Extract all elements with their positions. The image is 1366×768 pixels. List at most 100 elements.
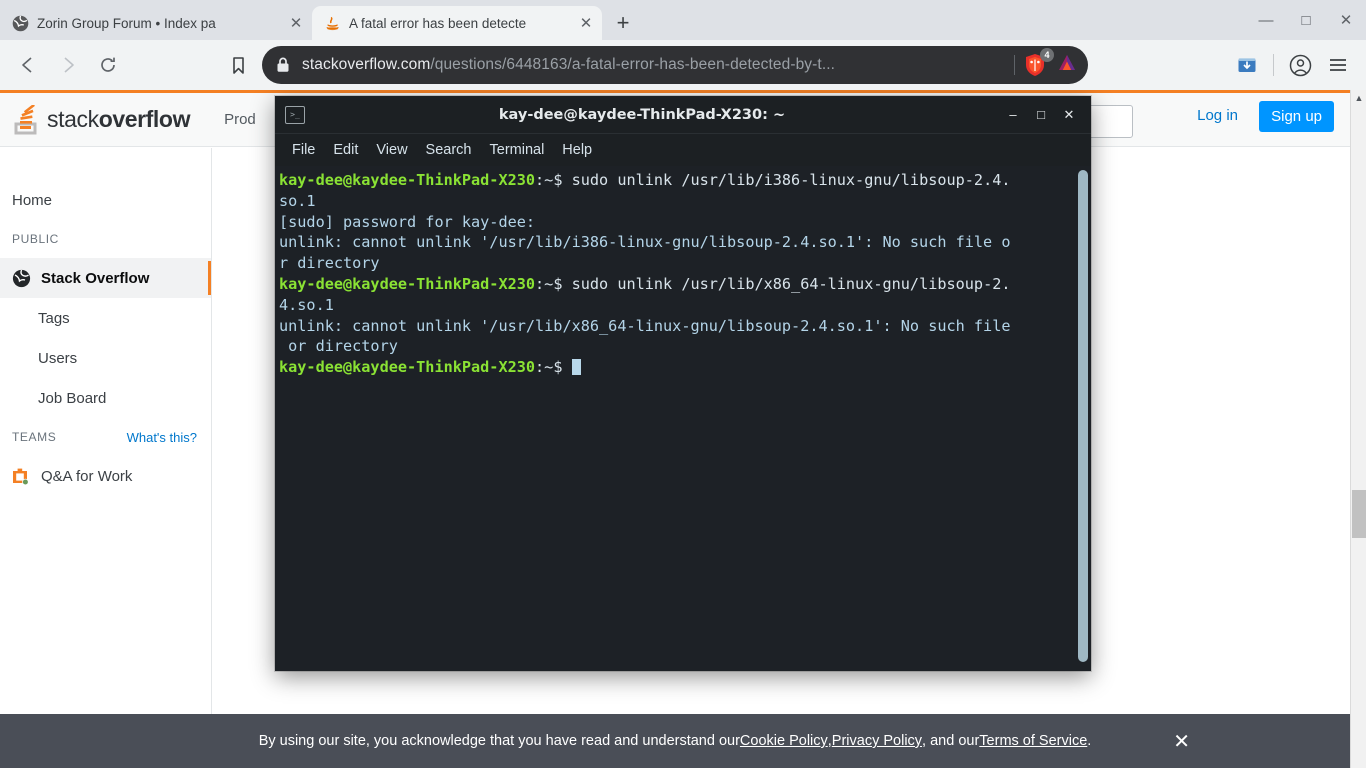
menu-terminal[interactable]: Terminal: [481, 142, 554, 158]
terminal-line: so.1: [279, 191, 1091, 212]
reload-button[interactable]: [90, 47, 126, 83]
terminal-cursor: [572, 359, 581, 375]
bookmark-icon[interactable]: [220, 47, 256, 83]
terminal-line: or directory: [279, 336, 1091, 357]
terminal-scrollbar-thumb[interactable]: [1078, 170, 1088, 662]
teams-label: TEAMS: [12, 430, 56, 444]
log-in-link[interactable]: Log in: [1197, 107, 1238, 124]
extension-icon[interactable]: [1229, 47, 1265, 83]
sidebar-item-label: Job Board: [38, 390, 106, 407]
browser-tabstrip: Zorin Group Forum • Index pa ✕ A fatal e…: [0, 0, 1366, 40]
cookie-text-4: .: [1087, 733, 1091, 749]
terminal-line: kay-dee@kaydee-ThinkPad-X230:~$: [279, 357, 1091, 378]
briefcase-icon: [12, 467, 31, 486]
sidebar-item-stack-overflow[interactable]: Stack Overflow: [0, 258, 211, 298]
privacy-policy-link[interactable]: Privacy Policy: [832, 733, 922, 749]
terminal-line: kay-dee@kaydee-ThinkPad-X230:~$ sudo unl…: [279, 170, 1091, 191]
hamburger-menu-icon[interactable]: [1320, 47, 1356, 83]
window-maximize-button[interactable]: □: [1286, 0, 1326, 40]
terminal-title: kay-dee@kaydee-ThinkPad-X230: ~: [285, 107, 999, 123]
terminal-scrollbar[interactable]: [1077, 168, 1089, 666]
sidebar-item-job-board[interactable]: Job Board: [0, 378, 211, 418]
tab-title: Zorin Group Forum • Index pa: [37, 16, 278, 31]
lock-icon: [276, 57, 292, 73]
nav-products[interactable]: Prod: [224, 111, 256, 128]
menu-file[interactable]: File: [283, 142, 324, 158]
forward-button: [50, 47, 86, 83]
url-text: stackoverflow.com/questions/6448163/a-fa…: [302, 56, 1005, 74]
terminal-window[interactable]: >_ kay-dee@kaydee-ThinkPad-X230: ~ – □ ✕…: [275, 96, 1091, 671]
window-minimize-button[interactable]: —: [1246, 0, 1286, 40]
terminal-body[interactable]: kay-dee@kaydee-ThinkPad-X230:~$ sudo unl…: [275, 166, 1091, 671]
terminal-prompt-user: kay-dee@kaydee-ThinkPad-X230: [279, 275, 535, 293]
terminal-output-text: or directory: [279, 337, 398, 355]
terminal-line: unlink: cannot unlink '/usr/lib/x86_64-l…: [279, 316, 1091, 337]
globe-icon: [12, 15, 29, 32]
sidebar-item-home[interactable]: Home: [0, 180, 211, 220]
window-close-button[interactable]: ✕: [1326, 0, 1366, 40]
terminal-output-text: unlink: cannot unlink '/usr/lib/i386-lin…: [279, 233, 1011, 251]
terminal-prompt-tail: :~$: [535, 358, 572, 376]
terminal-line: 4.so.1: [279, 295, 1091, 316]
menu-help[interactable]: Help: [553, 142, 601, 158]
java-icon: [324, 15, 341, 32]
close-icon[interactable]: ✕: [1173, 729, 1190, 754]
browser-tab-2[interactable]: A fatal error has been detecte ✕: [312, 6, 602, 40]
menu-edit[interactable]: Edit: [324, 142, 367, 158]
sidebar-heading-teams: TEAMS What's this?: [0, 418, 211, 456]
brave-shields-icon[interactable]: 4: [1024, 53, 1046, 77]
shields-blocked-count: 4: [1040, 48, 1054, 62]
terminal-line: kay-dee@kaydee-ThinkPad-X230:~$ sudo unl…: [279, 274, 1091, 295]
new-tab-button[interactable]: +: [606, 6, 640, 40]
terminal-minimize-button[interactable]: –: [999, 101, 1027, 129]
browser-tab-1[interactable]: Zorin Group Forum • Index pa ✕: [0, 6, 312, 40]
stack-overflow-logo[interactable]: stackoverflow: [14, 105, 190, 135]
sidebar-item-qa-for-work[interactable]: Q&A for Work: [0, 456, 211, 496]
terminal-titlebar[interactable]: >_ kay-dee@kaydee-ThinkPad-X230: ~ – □ ✕: [275, 96, 1091, 134]
cookie-text-1: By using our site, you acknowledge that …: [259, 733, 740, 749]
sidebar-item-tags[interactable]: Tags: [0, 298, 211, 338]
close-icon[interactable]: ✕: [576, 13, 596, 33]
cookie-policy-link[interactable]: Cookie Policy: [740, 733, 828, 749]
whats-this-link[interactable]: What's this?: [127, 430, 197, 445]
window-controls: — □ ✕: [1246, 0, 1366, 40]
terminal-prompt-user: kay-dee@kaydee-ThinkPad-X230: [279, 171, 535, 189]
terminal-close-button[interactable]: ✕: [1055, 101, 1083, 129]
back-button[interactable]: [10, 47, 46, 83]
terminal-output-text: r directory: [279, 254, 380, 272]
menu-search[interactable]: Search: [417, 142, 481, 158]
sidebar-item-label: Stack Overflow: [41, 270, 149, 287]
sidebar-item-users[interactable]: Users: [0, 338, 211, 378]
brave-rewards-icon[interactable]: [1056, 52, 1078, 79]
scrollbar-thumb[interactable]: [1352, 490, 1366, 538]
address-bar[interactable]: stackoverflow.com/questions/6448163/a-fa…: [262, 46, 1088, 84]
cookie-consent-banner: By using our site, you acknowledge that …: [0, 714, 1350, 768]
scroll-up-arrow-icon[interactable]: ▲: [1351, 90, 1366, 106]
terminal-maximize-button[interactable]: □: [1027, 101, 1055, 129]
terms-of-service-link[interactable]: Terms of Service: [979, 733, 1087, 749]
terminal-output-text: 4.so.1: [279, 296, 334, 314]
terminal-output-text: [sudo] password for kay-dee:: [279, 213, 535, 231]
terminal-line: unlink: cannot unlink '/usr/lib/i386-lin…: [279, 232, 1091, 253]
terminal-command: sudo unlink /usr/lib/x86_64-linux-gnu/li…: [572, 275, 1011, 293]
terminal-output-text: unlink: cannot unlink '/usr/lib/x86_64-l…: [279, 317, 1011, 335]
terminal-line: [sudo] password for kay-dee:: [279, 212, 1091, 233]
omnibox-divider: [1014, 55, 1015, 75]
site-sidebar: Home PUBLIC Stack Overflow Tags Users J: [0, 148, 212, 768]
terminal-command: sudo unlink /usr/lib/i386-linux-gnu/libs…: [572, 171, 1011, 189]
page-scrollbar[interactable]: ▲: [1350, 90, 1366, 768]
close-icon[interactable]: ✕: [286, 13, 306, 33]
tab-title: A fatal error has been detecte: [349, 16, 568, 31]
sidebar-item-label: Tags: [38, 310, 70, 327]
stack-overflow-logo-icon: [14, 105, 40, 135]
logo-text: stackoverflow: [47, 106, 190, 133]
menu-view[interactable]: View: [367, 142, 416, 158]
screen: stackoverflow Prod Log in Sign up Home P…: [0, 0, 1366, 768]
sidebar-item-label: Home: [12, 192, 52, 209]
sign-up-button[interactable]: Sign up: [1259, 101, 1334, 132]
toolbar-right-actions: [1229, 47, 1356, 83]
sidebar-heading-public: PUBLIC: [0, 220, 211, 258]
terminal-output: kay-dee@kaydee-ThinkPad-X230:~$ sudo unl…: [277, 170, 1091, 378]
account-icon[interactable]: [1282, 47, 1318, 83]
sidebar-item-label: Q&A for Work: [41, 468, 132, 485]
